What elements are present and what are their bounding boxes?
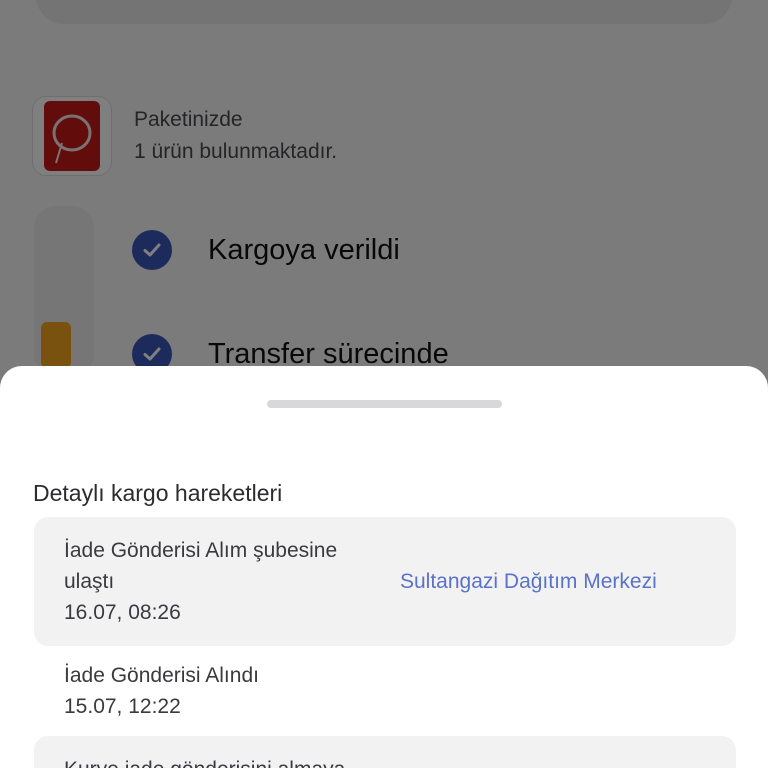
movement-date: 15.07, 12:22 <box>64 695 181 718</box>
movement-item: Kurye iade gönderisini almaya <box>34 736 736 768</box>
movement-item: İade Gönderisi Alındı 15.07, 12:22 <box>34 642 736 740</box>
sheet-title: Detaylı kargo hareketleri <box>33 480 283 506</box>
movement-date: 16.07, 08:26 <box>64 601 181 624</box>
movement-event: İade Gönderisi Alındı <box>64 664 259 687</box>
movement-event: Kurye iade gönderisini almaya <box>64 754 706 768</box>
movement-location: Sultangazi Dağıtım Merkezi <box>400 570 657 593</box>
sheet-drag-handle[interactable] <box>267 400 502 408</box>
movement-event: İade Gönderisi Alım şubesine ulaştı <box>64 539 338 593</box>
cargo-movements-sheet: Detaylı kargo hareketleri İade Gönderisi… <box>0 366 768 768</box>
movement-item: İade Gönderisi Alım şubesine ulaştı 16.0… <box>34 517 736 646</box>
